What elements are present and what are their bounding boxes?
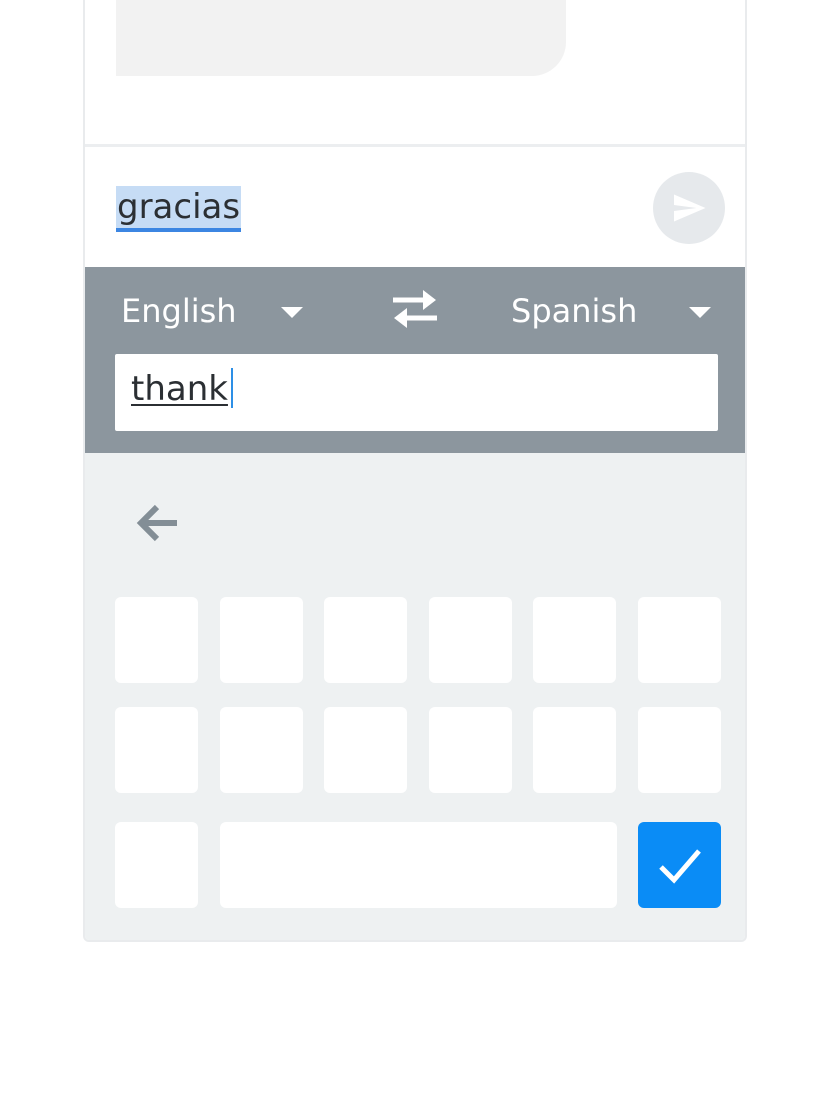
compose-bar: gracias xyxy=(85,147,745,267)
key[interactable] xyxy=(220,707,303,793)
source-language-select[interactable]: English xyxy=(121,289,237,333)
key[interactable] xyxy=(115,597,198,683)
key[interactable] xyxy=(533,707,616,793)
send-button[interactable] xyxy=(653,172,725,244)
message-input[interactable]: gracias xyxy=(116,186,242,232)
key[interactable] xyxy=(429,707,512,793)
key[interactable] xyxy=(324,707,407,793)
space-key[interactable] xyxy=(220,822,617,908)
arrow-back-icon[interactable] xyxy=(129,495,185,551)
key[interactable] xyxy=(638,707,721,793)
text-cursor xyxy=(230,368,233,408)
caret-down-icon[interactable] xyxy=(689,307,711,318)
key[interactable] xyxy=(324,597,407,683)
caret-down-icon[interactable] xyxy=(281,307,303,318)
translate-input[interactable]: thank xyxy=(115,354,718,431)
enter-key[interactable] xyxy=(638,822,721,908)
key[interactable] xyxy=(115,822,198,908)
send-icon xyxy=(674,194,706,222)
swap-arrows-icon[interactable] xyxy=(387,283,443,335)
translate-bar: English Spanish thank xyxy=(85,267,745,453)
message-area xyxy=(85,0,745,144)
key[interactable] xyxy=(429,597,512,683)
key[interactable] xyxy=(638,597,721,683)
chat-window: gracias English Spanish thank xyxy=(83,0,747,942)
translate-input-value: thank xyxy=(131,369,228,409)
check-icon xyxy=(659,849,701,884)
key[interactable] xyxy=(533,597,616,683)
keyboard xyxy=(85,453,745,940)
target-language-select[interactable]: Spanish xyxy=(511,289,637,333)
key[interactable] xyxy=(220,597,303,683)
key[interactable] xyxy=(115,707,198,793)
message-bubble xyxy=(116,0,566,76)
